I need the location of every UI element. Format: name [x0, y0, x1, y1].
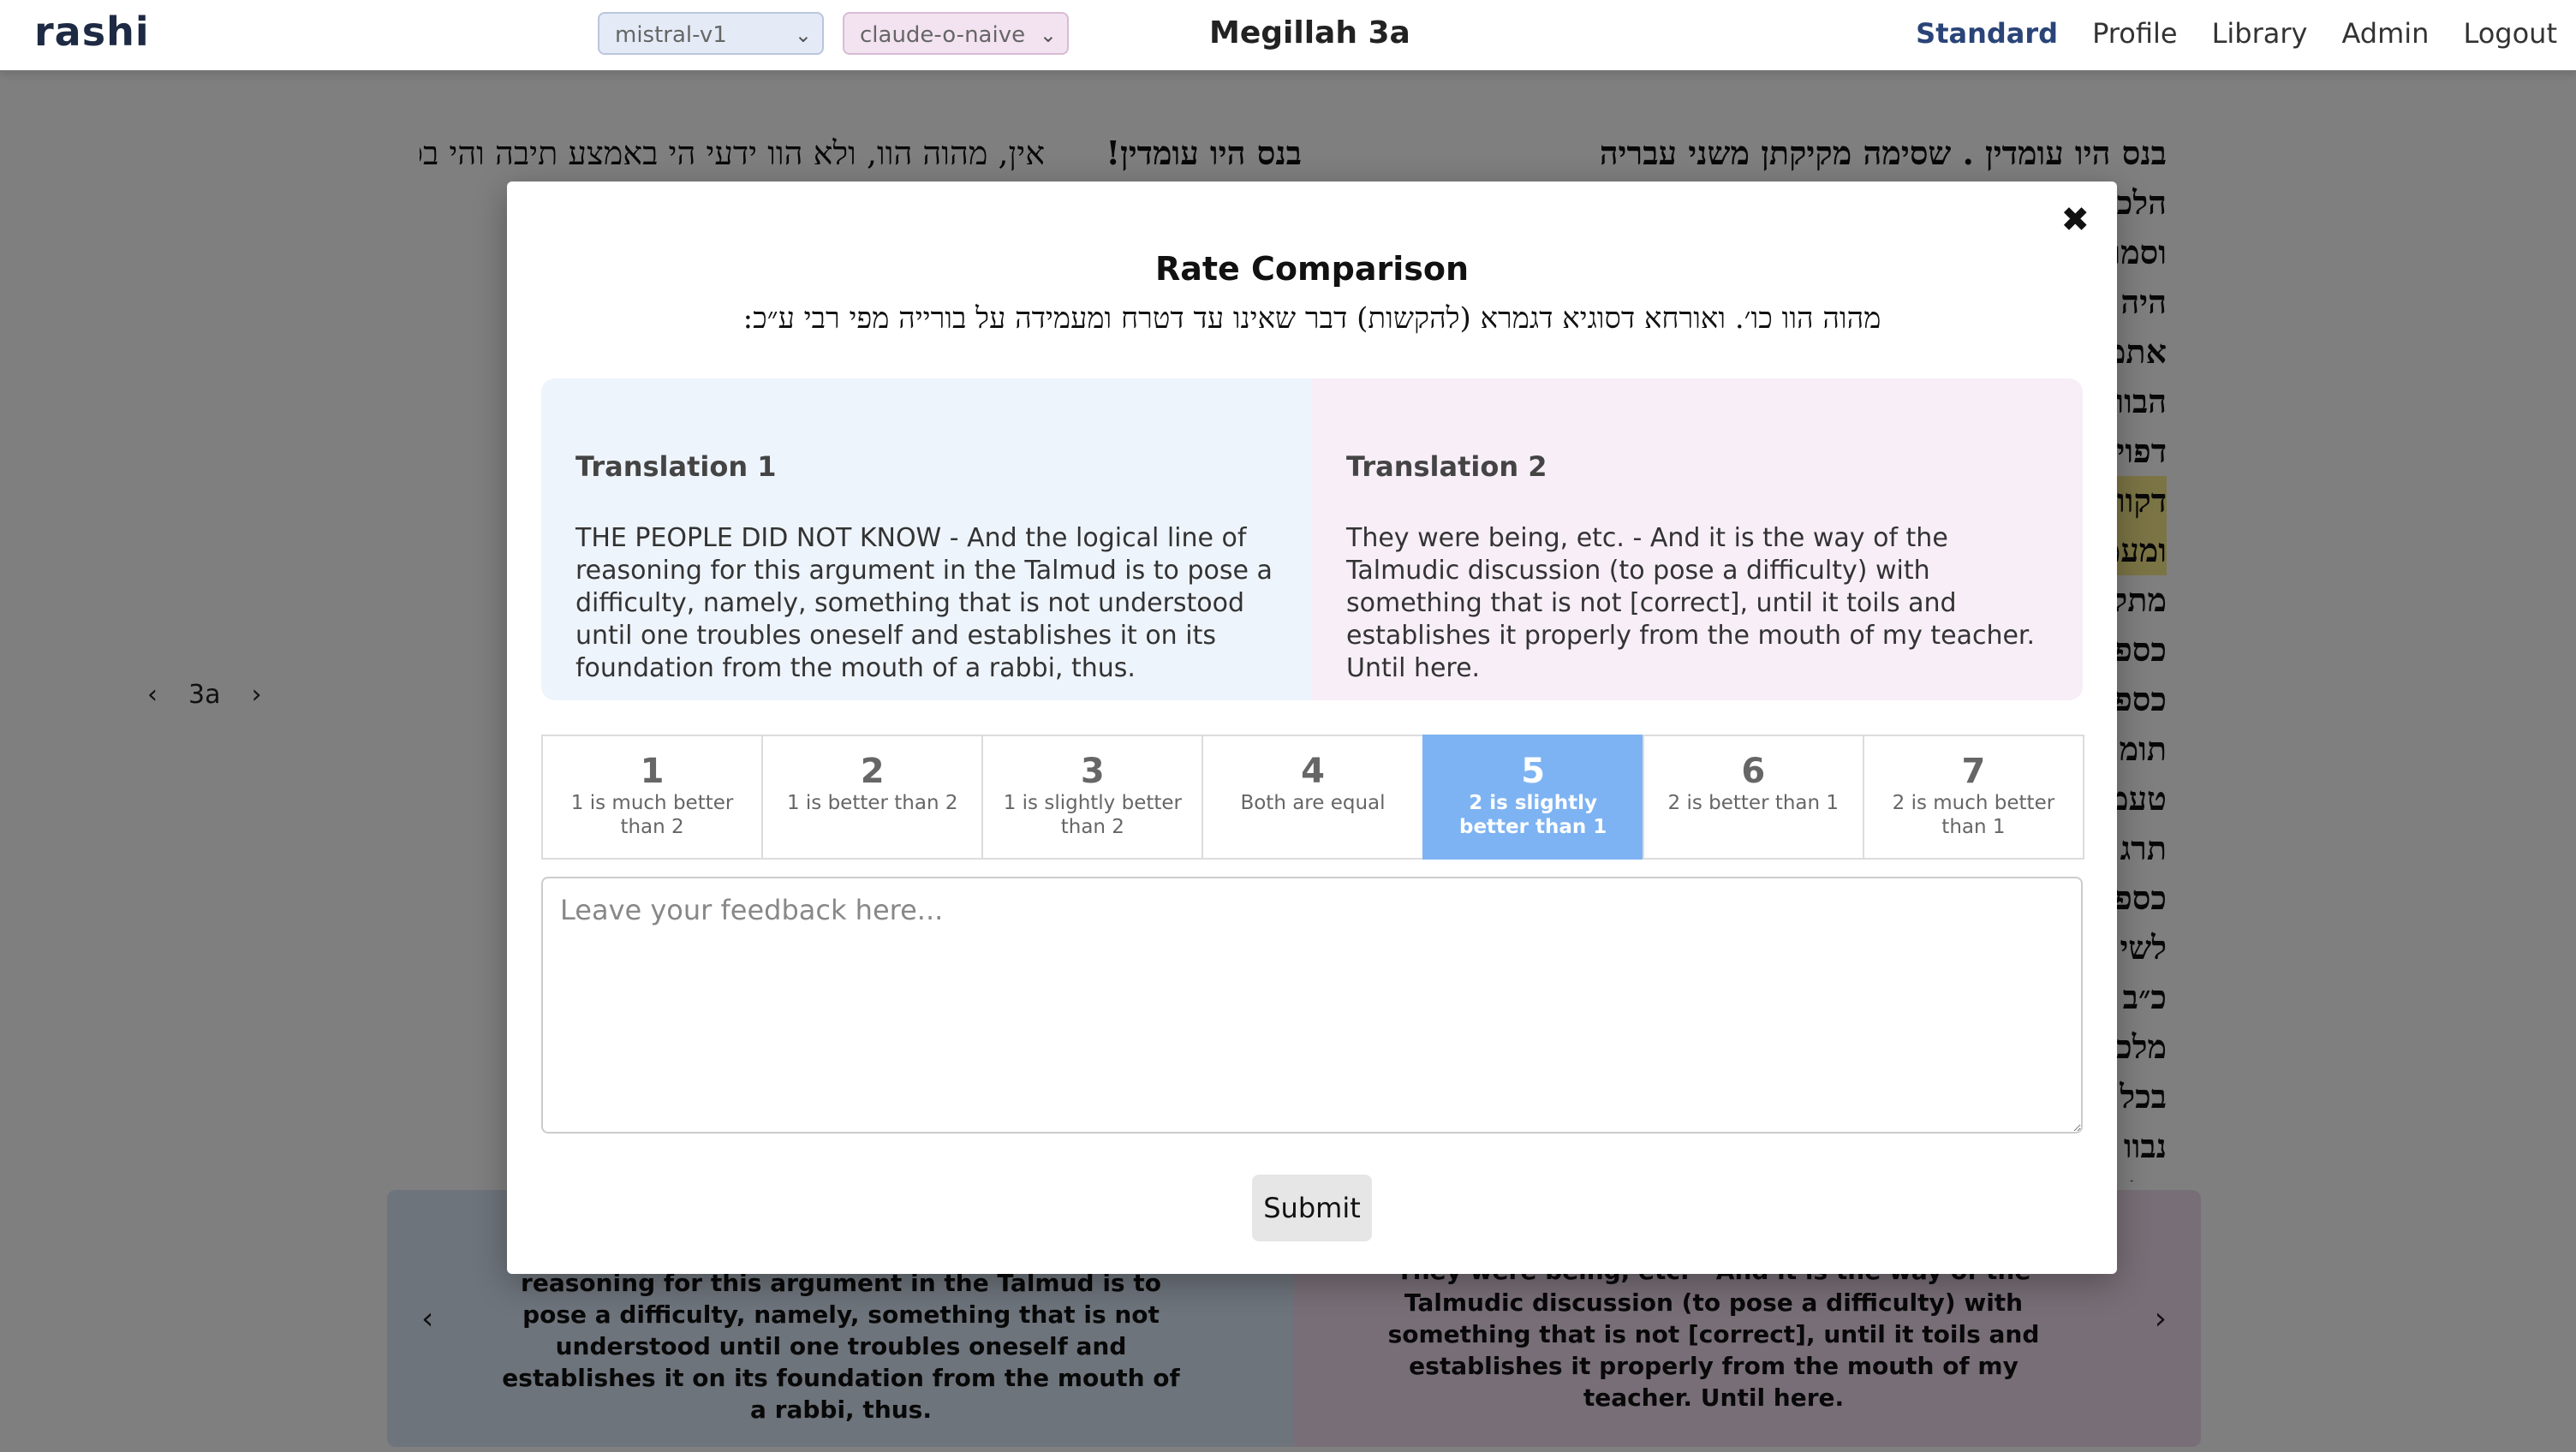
- model-a-value: mistral-v1: [615, 22, 727, 48]
- rating-label: 1 is better than 2: [786, 792, 958, 814]
- model-b-value: claude-o-naive: [860, 22, 1026, 48]
- rating-label: Both are equal: [1240, 792, 1386, 814]
- translation-2-card: Translation 2 They were being, etc. - An…: [1312, 378, 2083, 700]
- feedback-textarea[interactable]: [541, 877, 2083, 1134]
- source-text: מהוה הוו כו׳. ואורחא דסוגיא דגמרא (להקשו…: [742, 301, 1881, 336]
- rating-number: 7: [1961, 752, 1986, 791]
- page-title: Megillah 3a: [1209, 15, 1410, 51]
- nav-link-standard[interactable]: Standard: [1916, 17, 2058, 50]
- rating-number: 2: [860, 752, 885, 791]
- rating-option-1[interactable]: 11 is much better than 2: [541, 735, 764, 860]
- translation-2-heading: Translation 2: [1346, 450, 1547, 483]
- translations-panel: Translation 1 THE PEOPLE DID NOT KNOW - …: [541, 378, 2083, 700]
- rating-number: 1: [640, 752, 665, 791]
- nav-link-logout[interactable]: Logout: [2463, 17, 2557, 50]
- brand-logo[interactable]: rashi: [34, 9, 150, 55]
- rating-number: 6: [1741, 752, 1766, 791]
- nav-link-library[interactable]: Library: [2212, 17, 2308, 50]
- submit-button[interactable]: Submit: [1252, 1175, 1372, 1241]
- rating-label: 2 is much better than 1: [1892, 792, 2055, 838]
- rating-number: 4: [1301, 752, 1325, 791]
- nav-link-admin[interactable]: Admin: [2341, 17, 2429, 50]
- top-navbar: rashi mistral-v1 ⌄ claude-o-naive ⌄ Megi…: [0, 0, 2576, 72]
- model-b-select[interactable]: claude-o-naive ⌄: [843, 12, 1069, 55]
- rating-option-3[interactable]: 31 is slightly better than 2: [981, 735, 1204, 860]
- translation-2-text: They were being, etc. - And it is the wa…: [1346, 523, 2036, 683]
- close-icon[interactable]: ✖: [2060, 200, 2090, 240]
- rating-label: 2 is slightly better than 1: [1458, 792, 1607, 838]
- rating-label: 2 is better than 1: [1667, 792, 1840, 814]
- nav-link-profile[interactable]: Profile: [2092, 17, 2178, 50]
- model-a-select[interactable]: mistral-v1 ⌄: [598, 12, 824, 55]
- rating-option-6[interactable]: 62 is better than 1: [1642, 735, 1864, 860]
- rating-label: 1 is much better than 2: [570, 792, 734, 838]
- chevron-down-icon: ⌄: [1039, 23, 1057, 47]
- rating-option-5[interactable]: 52 is slightly better than 1: [1422, 735, 1644, 860]
- translation-1-card: Translation 1 THE PEOPLE DID NOT KNOW - …: [541, 378, 1312, 700]
- chevron-down-icon: ⌄: [794, 23, 812, 47]
- rating-number: 3: [1080, 752, 1105, 791]
- nav-links: Standard Profile Library Admin Logout: [1916, 17, 2557, 50]
- rate-comparison-modal: ✖ Rate Comparison מהוה הוו כו׳. ואורחא ד…: [507, 182, 2117, 1274]
- rating-scale: 11 is much better than 221 is better tha…: [541, 735, 2084, 860]
- rating-label: 1 is slightly better than 2: [1003, 792, 1182, 838]
- rating-option-7[interactable]: 72 is much better than 1: [1862, 735, 2084, 860]
- rating-number: 5: [1521, 752, 1546, 791]
- modal-title: Rate Comparison: [1154, 250, 1470, 288]
- rating-option-2[interactable]: 21 is better than 2: [761, 735, 984, 860]
- translation-1-heading: Translation 1: [575, 450, 777, 483]
- rating-option-4[interactable]: 4 Both are equal: [1202, 735, 1424, 860]
- translation-1-text: THE PEOPLE DID NOT KNOW - And the logica…: [575, 523, 1273, 683]
